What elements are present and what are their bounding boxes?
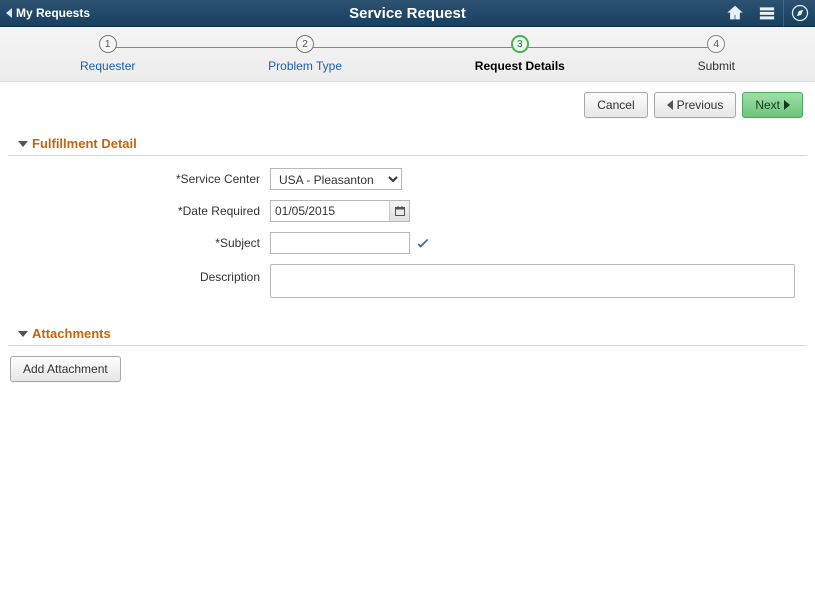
- back-link[interactable]: My Requests: [0, 0, 100, 26]
- step-number: 1: [99, 35, 117, 53]
- action-bar: Cancel Previous Next: [0, 82, 815, 124]
- triangle-left-icon: [667, 100, 673, 110]
- section-title: Fulfillment Detail: [32, 136, 137, 151]
- cancel-button-label: Cancel: [597, 98, 634, 112]
- home-icon[interactable]: [719, 0, 751, 27]
- row-subject: *Subject: [10, 232, 805, 254]
- triangle-right-icon: [784, 100, 790, 110]
- disclosure-triangle-icon: [18, 331, 28, 337]
- progress-train: 1 Requester 2 Problem Type 3 Request Det…: [0, 27, 815, 82]
- step-requester[interactable]: 1 Requester: [80, 35, 135, 73]
- step-label: Request Details: [475, 59, 565, 73]
- step-label: Submit: [698, 59, 735, 73]
- calendar-icon[interactable]: [389, 201, 409, 221]
- step-problem-type[interactable]: 2 Problem Type: [268, 35, 342, 73]
- app-header: My Requests Service Request: [0, 0, 815, 27]
- section-header-fulfillment[interactable]: Fulfillment Detail: [8, 132, 807, 156]
- next-button-label: Next: [755, 98, 780, 112]
- page-title: Service Request: [0, 5, 815, 22]
- step-request-details[interactable]: 3 Request Details: [475, 35, 565, 73]
- service-center-label: *Service Center: [10, 172, 270, 186]
- add-attachment-button[interactable]: Add Attachment: [10, 356, 121, 382]
- step-label: Problem Type: [268, 59, 342, 73]
- subject-input[interactable]: [270, 232, 410, 254]
- step-number: 4: [707, 35, 725, 53]
- row-description: Description: [10, 264, 805, 298]
- previous-button-label: Previous: [677, 98, 724, 112]
- section-header-attachments[interactable]: Attachments: [8, 322, 807, 346]
- date-required-label: *Date Required: [10, 204, 270, 218]
- row-date-required: *Date Required: [10, 200, 805, 222]
- step-submit: 4 Submit: [698, 35, 735, 73]
- spellcheck-icon[interactable]: [414, 234, 432, 252]
- compass-icon[interactable]: [783, 0, 815, 27]
- subject-label: *Subject: [10, 236, 270, 250]
- step-label: Requester: [80, 59, 135, 73]
- header-actions: [719, 0, 815, 26]
- section-title: Attachments: [32, 326, 111, 341]
- add-attachment-label: Add Attachment: [23, 362, 108, 376]
- description-label: Description: [10, 264, 270, 284]
- train-connector-line: [110, 47, 717, 48]
- back-link-label: My Requests: [16, 6, 90, 20]
- row-service-center: *Service Center USA - Pleasanton: [10, 168, 805, 190]
- next-button[interactable]: Next: [742, 92, 803, 118]
- service-center-select[interactable]: USA - Pleasanton: [270, 168, 402, 190]
- cancel-button[interactable]: Cancel: [584, 92, 647, 118]
- disclosure-triangle-icon: [18, 141, 28, 147]
- step-number: 3: [511, 35, 529, 53]
- step-number: 2: [296, 35, 314, 53]
- attachments-body: Add Attachment: [0, 346, 815, 392]
- fulfillment-form: *Service Center USA - Pleasanton *Date R…: [0, 156, 815, 314]
- description-textarea[interactable]: [270, 264, 795, 298]
- menu-icon[interactable]: [751, 0, 783, 27]
- previous-button[interactable]: Previous: [654, 92, 737, 118]
- chevron-left-icon: [6, 8, 12, 18]
